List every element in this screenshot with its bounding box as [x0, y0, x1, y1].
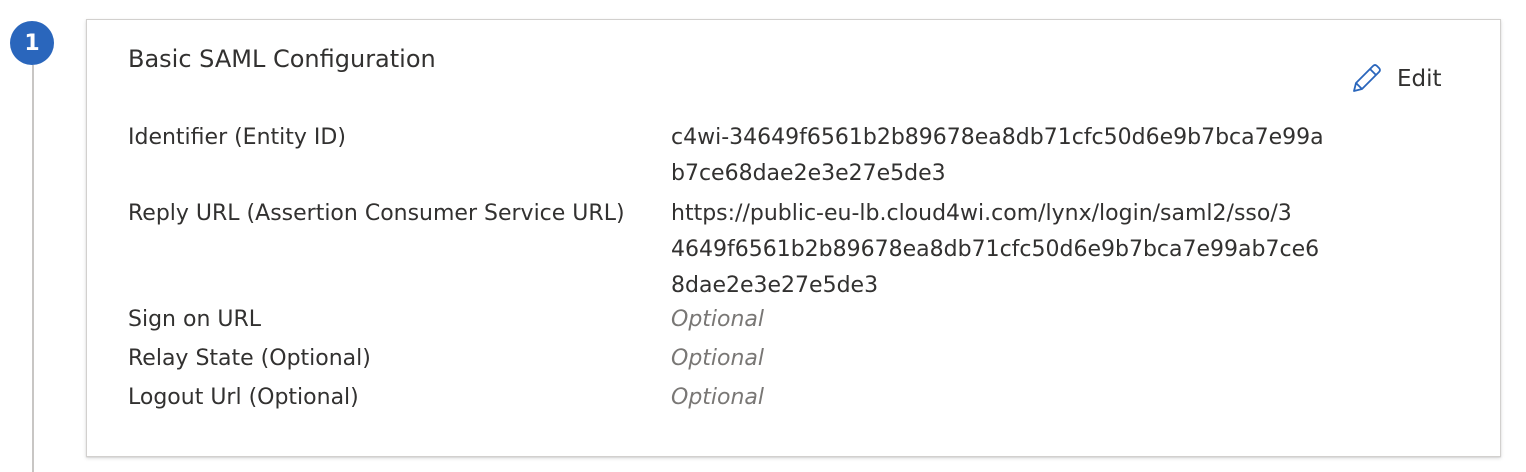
- field-value-line: b7ce68dae2e3e27e5de3: [671, 161, 946, 186]
- saml-configuration-step: 1 Basic SAML Configuration Edit Identifi…: [0, 0, 1526, 472]
- field-value-line: c4wi-34649f6561b2b89678ea8db71cfc50d6e9b…: [671, 125, 1324, 150]
- edit-label: Edit: [1397, 66, 1442, 92]
- field-label: Identifier (Entity ID): [128, 125, 346, 150]
- field-value-placeholder: Optional: [671, 346, 765, 371]
- field-value-placeholder: Optional: [671, 307, 765, 332]
- field-value: c4wi-34649f6561b2b89678ea8db71cfc50d6e9b…: [671, 120, 1371, 192]
- field-value-line: 8dae2e3e27e5de3: [671, 273, 879, 298]
- field-value-line: https://public-eu-lb.cloud4wi.com/lynx/l…: [671, 201, 1292, 226]
- field-label: Reply URL (Assertion Consumer Service UR…: [128, 201, 625, 226]
- field-label: Sign on URL: [128, 307, 262, 332]
- field-label: Relay State (Optional): [128, 346, 371, 371]
- field-value-line: 4649f6561b2b89678ea8db71cfc50d6e9b7bca7e…: [671, 237, 1320, 262]
- card-title: Basic SAML Configuration: [128, 45, 436, 73]
- pencil-icon: [1349, 62, 1383, 96]
- field-value-placeholder: Optional: [671, 385, 765, 410]
- basic-saml-configuration-card: Basic SAML Configuration Edit Identifier…: [86, 19, 1501, 457]
- step-connector-line: [32, 65, 34, 472]
- edit-button[interactable]: Edit: [1349, 62, 1442, 96]
- step-number-badge: 1: [10, 21, 54, 65]
- field-value: https://public-eu-lb.cloud4wi.com/lynx/l…: [671, 196, 1371, 304]
- field-label: Logout Url (Optional): [128, 385, 359, 410]
